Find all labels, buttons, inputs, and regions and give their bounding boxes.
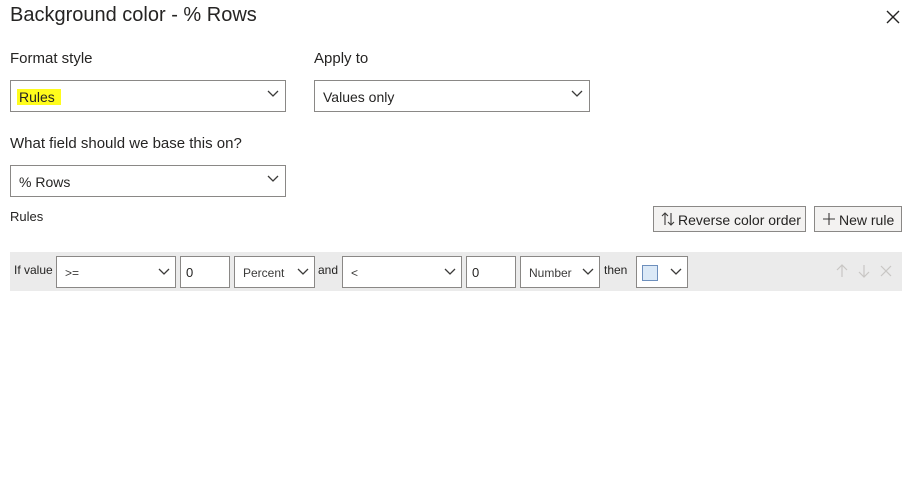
chevron-down-icon bbox=[158, 268, 170, 275]
color-picker[interactable] bbox=[636, 256, 688, 288]
reverse-color-order-label: Reverse color order bbox=[678, 212, 801, 228]
if-value-label: If value bbox=[14, 263, 53, 277]
apply-to-value: Values only bbox=[323, 89, 395, 105]
value2-input[interactable]: 0 bbox=[466, 256, 516, 288]
operator2-value: < bbox=[351, 266, 359, 280]
and-label: and bbox=[318, 263, 339, 277]
move-up-icon[interactable] bbox=[835, 264, 849, 278]
chevron-down-icon bbox=[444, 268, 456, 275]
chevron-down-icon bbox=[267, 175, 279, 182]
dialog-title: Background color - % Rows bbox=[10, 4, 257, 26]
type2-value: Number bbox=[529, 266, 572, 280]
close-icon[interactable] bbox=[885, 9, 901, 25]
value2-text: 0 bbox=[472, 265, 480, 280]
new-rule-label: New rule bbox=[839, 212, 895, 228]
operator1-dropdown[interactable]: >= bbox=[56, 256, 176, 288]
base-field-value: % Rows bbox=[19, 174, 71, 190]
apply-to-label: Apply to bbox=[314, 50, 369, 67]
base-field-dropdown[interactable]: % Rows bbox=[10, 165, 286, 197]
chevron-down-icon bbox=[267, 90, 279, 97]
chevron-down-icon bbox=[297, 268, 309, 275]
format-style-value: Rules bbox=[17, 89, 61, 105]
then-label: then bbox=[604, 263, 628, 277]
format-style-label: Format style bbox=[10, 50, 93, 67]
apply-to-dropdown[interactable]: Values only bbox=[314, 80, 590, 112]
type2-dropdown[interactable]: Number bbox=[520, 256, 600, 288]
operator1-value: >= bbox=[65, 266, 80, 280]
type1-dropdown[interactable]: Percent bbox=[234, 256, 315, 288]
operator2-dropdown[interactable]: < bbox=[342, 256, 462, 288]
value1-text: 0 bbox=[186, 265, 194, 280]
base-field-label: What field should we base this on? bbox=[10, 135, 242, 152]
chevron-down-icon bbox=[582, 268, 594, 275]
color-swatch bbox=[642, 265, 658, 281]
chevron-down-icon bbox=[670, 268, 682, 275]
value1-input[interactable]: 0 bbox=[180, 256, 230, 288]
type1-value: Percent bbox=[243, 266, 285, 280]
plus-icon bbox=[823, 213, 835, 225]
move-down-icon[interactable] bbox=[857, 264, 871, 278]
new-rule-button[interactable]: New rule bbox=[814, 206, 902, 232]
reverse-color-order-button[interactable]: Reverse color order bbox=[653, 206, 806, 232]
sort-arrows-icon bbox=[661, 212, 675, 226]
format-style-dropdown[interactable]: Rules bbox=[10, 80, 286, 112]
delete-rule-icon[interactable] bbox=[879, 264, 893, 278]
rules-label: Rules bbox=[10, 209, 44, 224]
rule-row: If value >= 0 Percent and < 0 Number the… bbox=[10, 252, 902, 291]
chevron-down-icon bbox=[571, 90, 583, 97]
